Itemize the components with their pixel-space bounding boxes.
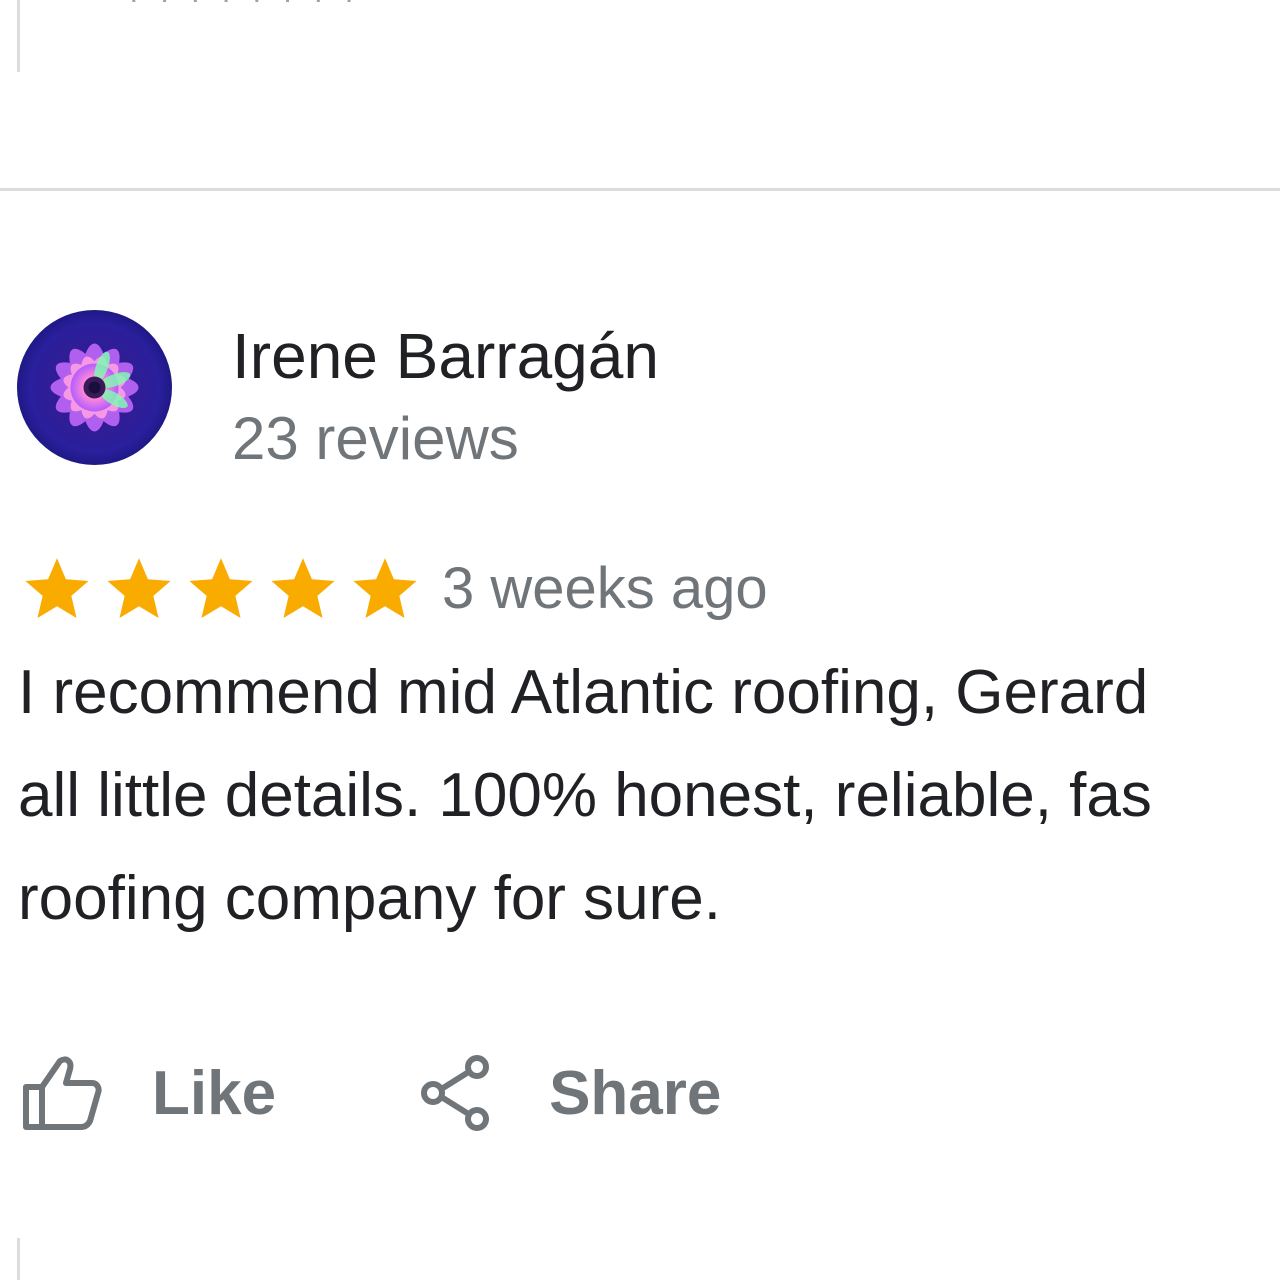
flower-avatar-icon — [17, 310, 172, 465]
left-border-line — [17, 0, 20, 72]
thumb-up-icon — [23, 1056, 102, 1130]
reviewer-review-count: 23 reviews — [232, 405, 519, 472]
review-text-line: I recommend mid Atlantic roofing, Gerard — [18, 658, 1149, 727]
review-text: I recommend mid Atlantic roofing, Gerard… — [18, 641, 1280, 950]
previous-review-partial-text: ' ' ' ' ' ' ' ' — [130, 0, 359, 30]
reviews-panel: ' ' ' ' ' ' ' ' Irene Barragán 23 review… — [0, 0, 1280, 1280]
star-icon — [107, 558, 171, 618]
review-timestamp: 3 weeks ago — [442, 556, 768, 621]
rating-row: 3 weeks ago — [22, 553, 768, 625]
reviewer-name[interactable]: Irene Barragán — [232, 319, 659, 393]
share-label: Share — [549, 1058, 722, 1128]
star-icon — [25, 558, 89, 618]
star-icon — [189, 558, 253, 618]
star-rating — [22, 556, 432, 622]
share-button[interactable]: Share — [421, 1055, 721, 1131]
review-actions: Like Share — [22, 1043, 721, 1143]
reviewer-avatar[interactable] — [17, 310, 172, 465]
review-text-line: roofing company for sure. — [18, 864, 722, 933]
review-divider — [0, 188, 1280, 191]
like-button[interactable]: Like — [22, 1055, 276, 1131]
star-icon — [271, 558, 335, 618]
share-icon — [421, 1055, 490, 1131]
like-label: Like — [152, 1058, 277, 1128]
star-icon — [353, 558, 417, 618]
left-border-line — [17, 1238, 20, 1280]
review-text-line: all little details. 100% honest, reliabl… — [18, 761, 1152, 830]
previous-review-tail: ' ' ' ' ' ' ' ' — [0, 0, 1280, 190]
